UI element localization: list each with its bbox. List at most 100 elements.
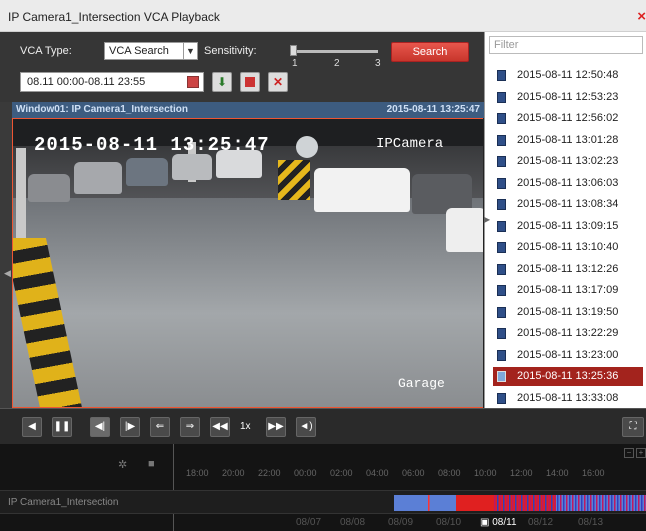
event-mark [503,495,505,511]
zoom-in-icon[interactable]: + [636,448,646,458]
slider-thumb[interactable] [290,45,297,56]
previous-clip-icon[interactable]: ⇐ [150,417,170,437]
record-item[interactable]: 2015-08-11 13:10:40 [493,238,643,257]
record-time: 2015-08-11 13:02:23 [517,155,619,167]
event-mark [590,495,592,511]
event-mark [509,495,511,511]
record-item[interactable]: 2015-08-11 12:50:48 [493,66,643,85]
record-item[interactable]: 2015-08-11 13:02:23 [493,152,643,171]
video-file-icon [497,306,506,318]
event-mark [545,495,547,511]
close-icon[interactable]: × [637,8,646,25]
event-mark [551,495,553,511]
date-tab[interactable]: ▣ 08/11 [480,517,517,528]
single-frame-forward-icon[interactable]: |▶ [120,417,140,437]
event-mark [596,495,598,511]
event-mark [635,495,637,511]
parked-car [28,174,70,202]
event-mark [569,495,571,511]
collapse-right-icon[interactable]: ▶ [484,215,490,229]
slider-tick: 3 [375,58,381,69]
osd-timestamp: 2015-08-11 13:25:47 [34,134,270,156]
record-time: 2015-08-11 12:53:23 [517,90,619,103]
record-item[interactable]: 2015-08-11 13:01:28 [493,131,643,150]
event-mark [539,495,541,511]
pause-icon[interactable]: ❚❚ [52,417,72,437]
record-item[interactable]: 2015-08-11 13:08:34 [493,195,643,214]
record-item[interactable]: 2015-08-11 13:23:00 [493,346,643,365]
speed-up-icon[interactable]: ▶▶ [266,417,286,437]
timeline[interactable]: ✲ ■ 18:00 20:00 22:00 00:00 02:00 04:00 06:00 0… [0,444,646,531]
stop-playback-icon[interactable]: ◀ [22,417,42,437]
track-camera-name: IP Camera1_Intersection [8,497,119,508]
collapse-left-icon[interactable]: ◀ [4,268,11,279]
event-mark [602,495,604,511]
stop-icon[interactable] [240,72,260,92]
record-item[interactable]: 2015-08-11 13:19:50 [493,303,643,322]
record-time: 2015-08-11 13:19:50 [517,305,619,318]
record-item[interactable]: 2015-08-11 13:12:26 [493,260,643,279]
vca-type-select[interactable]: VCA Search ▼ [104,42,198,60]
vca-type-value: VCA Search [109,45,169,57]
event-mark [512,495,514,511]
record-item[interactable]: 2015-08-11 13:25:36 [493,367,643,386]
event-mark [497,495,499,511]
download-icon[interactable]: ⬇ [212,72,232,92]
video-file-icon [497,113,506,124]
search-toolbar: VCA Type: VCA Search ▼ Sensitivity: 1 2 … [0,32,484,102]
record-item[interactable]: 2015-08-11 13:17:09 [493,281,643,300]
date-tab[interactable]: 08/08 [340,517,365,528]
record-time: 2015-08-11 12:56:02 [517,112,619,124]
record-item[interactable]: 2015-08-11 13:09:15 [493,217,643,236]
record-item[interactable]: 2015-08-11 12:53:23 [493,88,643,107]
video-window-title: Window01: IP Camera1_Intersection [16,104,189,115]
event-mark [626,495,628,511]
date-tab[interactable]: 08/07 [296,517,321,528]
delete-icon[interactable]: ✕ [268,72,288,92]
record-time: 2015-08-11 13:06:03 [517,176,619,189]
time-tick-label: 10:00 [474,468,497,478]
parked-car [74,162,122,194]
date-tab[interactable]: 08/10 [436,517,461,528]
event-mark [575,495,577,511]
next-clip-icon[interactable]: ⇒ [180,417,200,437]
calendar-icon[interactable] [187,76,199,88]
time-tick-label: 00:00 [294,468,317,478]
search-button[interactable]: Search [391,42,469,62]
date-tab[interactable]: 08/13 [578,517,603,528]
date-tab[interactable]: 08/09 [388,517,413,528]
settings-icon[interactable]: ✲ [118,458,127,471]
datetime-range-field[interactable]: 08.11 00:00-08.11 23:55 [20,72,204,92]
sensitivity-slider[interactable]: 1 2 3 [290,45,381,74]
event-mark [578,495,580,511]
event-mark [623,495,625,511]
date-tab[interactable]: 08/12 [528,517,553,528]
event-mark [542,495,544,511]
record-item[interactable]: 2015-08-11 13:33:08 [493,389,643,408]
video-frame[interactable]: 2015-08-11 13:25:47 IPCamera Garage [12,118,484,408]
vca-type-label: VCA Type: [20,45,72,57]
event-mark [593,495,595,511]
record-item[interactable]: 2015-08-11 13:06:03 [493,174,643,193]
volume-icon[interactable]: ◄) [296,417,316,437]
zoom-out-icon[interactable]: − [624,448,634,458]
playback-toolbar: ◀ ❚❚ ◀| |▶ ⇐ ⇒ ◀◀ 1x ▶▶ ◄) ⛶ [0,408,646,444]
record-item[interactable]: 2015-08-11 12:56:02 [493,109,643,128]
event-mark [500,495,502,511]
slow-down-icon[interactable]: ◀◀ [210,417,230,437]
video-file-icon [497,177,506,189]
record-list-panel: Filter 2015-08-11 12:50:48 2015-08-11 12:… [484,32,646,408]
filter-input[interactable]: Filter [489,36,643,54]
bookmark-icon[interactable]: ■ [148,458,155,470]
single-frame-back-icon[interactable]: ◀| [90,417,110,437]
event-mark [533,495,535,511]
recording-bar[interactable] [394,495,646,511]
record-item[interactable]: 2015-08-11 13:22:29 [493,324,643,343]
fullscreen-icon[interactable]: ⛶ [622,417,644,437]
record-time: 2015-08-11 13:23:00 [517,348,619,361]
event-mark [620,495,622,511]
event-mark [605,495,607,511]
event-mark [536,495,538,511]
video-file-icon [497,328,506,339]
event-mark [521,495,523,511]
